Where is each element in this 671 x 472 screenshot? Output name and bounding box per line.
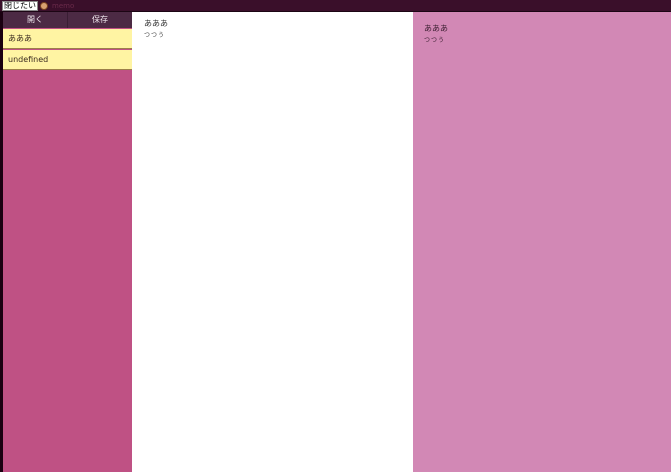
editor-title-field[interactable]: あああ — [144, 18, 394, 29]
title-input[interactable]: 閉じたい — [2, 1, 38, 11]
preview-pane: あああ つつう — [413, 12, 671, 472]
editor-pane[interactable]: あああ つつう — [132, 12, 413, 472]
sidebar: 開く 保存 あああ undefined — [3, 12, 132, 472]
preview-title: あああ — [424, 24, 448, 33]
sidebar-toolbar: 開く 保存 — [3, 12, 132, 28]
note-list-item[interactable]: undefined — [3, 50, 132, 70]
open-button[interactable]: 開く — [3, 12, 67, 28]
note-list: あああ undefined — [3, 29, 132, 71]
window-title: memo — [52, 2, 75, 10]
editor-body-field[interactable]: つつう — [144, 30, 165, 39]
app-favicon-icon — [40, 2, 48, 10]
top-bar: 閉じたい memo — [0, 0, 671, 12]
save-button[interactable]: 保存 — [67, 12, 132, 28]
note-list-item[interactable]: あああ — [3, 29, 132, 49]
preview-body: つつう — [424, 37, 446, 44]
